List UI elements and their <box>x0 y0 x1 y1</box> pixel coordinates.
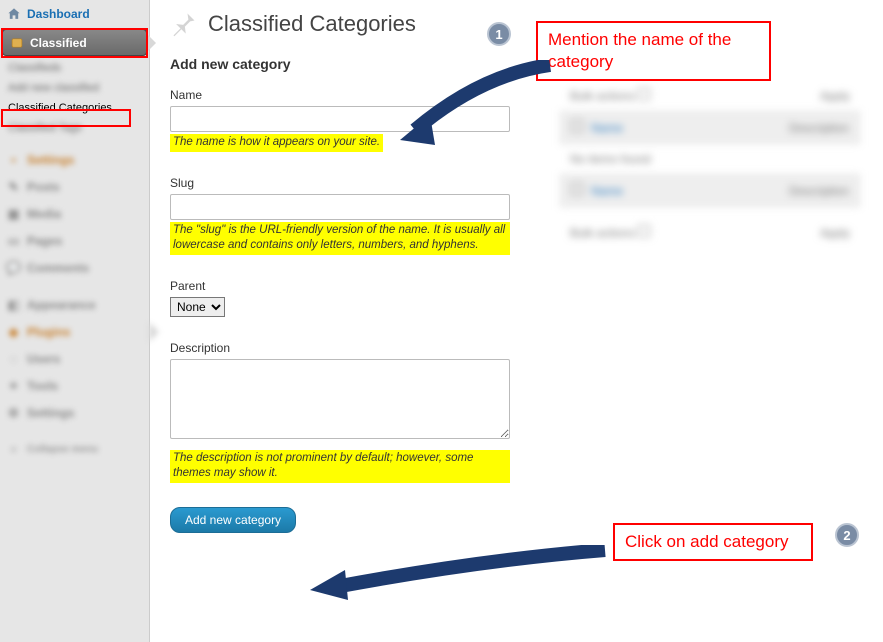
sidebar-label: Dashboard <box>27 7 90 21</box>
annotation-badge-1: 1 <box>487 22 511 46</box>
sidebar-label: Classified <box>30 36 87 50</box>
annotation-callout-1: Mention the name of the category <box>536 21 771 81</box>
comment-icon: 💬 <box>6 260 21 275</box>
home-icon <box>6 6 21 21</box>
sidebar-label: Media <box>27 207 61 221</box>
sidebar-collapse[interactable]: « Collapse menu <box>0 436 149 463</box>
pin-small-icon: ✎ <box>6 179 21 194</box>
sidebar-sub-addnew[interactable]: Add new classified <box>0 78 149 98</box>
tools-icon: ✦ <box>6 378 21 393</box>
parent-select[interactable]: None <box>170 297 225 317</box>
parent-label: Parent <box>170 279 510 293</box>
classified-icon <box>9 35 24 50</box>
page-title-text: Classified Categories <box>208 11 416 37</box>
sidebar-item-media[interactable]: ▦ Media <box>0 200 149 227</box>
sidebar-label: Settings <box>27 153 74 167</box>
sidebar-item-settings2[interactable]: ⚙ Settings <box>0 399 149 426</box>
slug-hint: The "slug" is the URL-friendly version o… <box>170 222 510 255</box>
sidebar-item-appearance[interactable]: ◧ Appearance <box>0 291 149 318</box>
sidebar-item-pages[interactable]: ▭ Pages <box>0 227 149 254</box>
description-textarea[interactable] <box>170 359 510 439</box>
users-icon: ◌ <box>6 351 21 366</box>
sidebar-label: Appearance <box>27 298 96 312</box>
sidebar-label: Tools <box>27 379 58 393</box>
annotation-badge-2: 2 <box>835 523 859 547</box>
field-name: Name The name is how it appears on your … <box>170 88 510 152</box>
page-icon: ▭ <box>6 233 21 248</box>
name-label: Name <box>170 88 510 102</box>
sidebar-item-comments[interactable]: 💬 Comments <box>0 254 149 281</box>
slug-label: Slug <box>170 176 510 190</box>
slug-input[interactable] <box>170 194 510 220</box>
gear-icon: ⚙ <box>6 405 21 420</box>
name-hint: The name is how it appears on your site. <box>170 134 383 152</box>
sidebar-label: Pages <box>27 234 62 248</box>
category-list-blurred: Bulk actions Apply NameDescription No it… <box>560 80 860 248</box>
sidebar-item-tools[interactable]: ✦ Tools <box>0 372 149 399</box>
sidebar-item-dashboard[interactable]: Dashboard <box>0 0 149 27</box>
sidebar-sub-classifieds[interactable]: Classifieds <box>0 58 149 78</box>
sidebar-label: Plugins <box>27 325 70 339</box>
sidebar-item-settings[interactable]: • Settings <box>0 146 149 173</box>
appearance-icon: ◧ <box>6 297 21 312</box>
sidebar-sub-categories[interactable]: Classified Categories <box>0 98 149 118</box>
field-description: Description The description is not promi… <box>170 341 510 483</box>
media-icon: ▦ <box>6 206 21 221</box>
sidebar-sub-tags[interactable]: Classified Tags <box>0 118 149 138</box>
pin-icon <box>170 10 198 38</box>
add-category-form: Name The name is how it appears on your … <box>170 88 510 533</box>
sidebar-label: Comments <box>27 261 89 275</box>
sidebar-item-posts[interactable]: ✎ Posts <box>0 173 149 200</box>
field-slug: Slug The "slug" is the URL-friendly vers… <box>170 176 510 255</box>
sidebar-label: Posts <box>27 180 60 194</box>
sidebar-item-classified[interactable]: Classified <box>2 29 147 56</box>
sidebar: Dashboard Classified Classifieds Add new… <box>0 0 150 642</box>
description-hint: The description is not prominent by defa… <box>170 450 510 483</box>
collapse-icon: « <box>6 442 21 457</box>
sidebar-label: Users <box>27 352 60 366</box>
annotation-callout-2: Click on add category <box>613 523 813 561</box>
sidebar-label: Settings <box>27 406 74 420</box>
description-label: Description <box>170 341 510 355</box>
sidebar-item-plugins[interactable]: ◆ Plugins <box>0 318 149 345</box>
sidebar-label: Collapse menu <box>27 444 98 455</box>
sidebar-item-users[interactable]: ◌ Users <box>0 345 149 372</box>
name-input[interactable] <box>170 106 510 132</box>
plugin-icon: ◆ <box>6 324 21 339</box>
field-parent: Parent None <box>170 279 510 317</box>
add-category-button[interactable]: Add new category <box>170 507 296 533</box>
gear-icon: • <box>6 152 21 167</box>
